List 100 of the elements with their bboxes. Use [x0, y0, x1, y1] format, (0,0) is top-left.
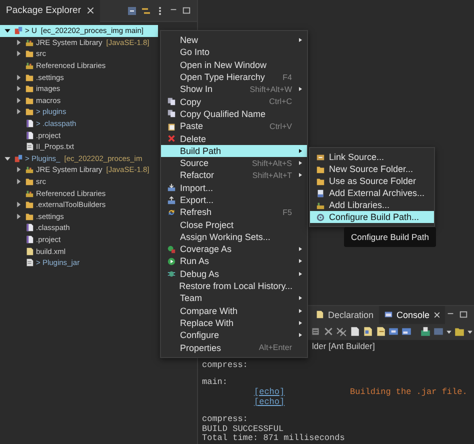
menu-item[interactable]: Configure: [161, 329, 307, 342]
document-icon[interactable]: [375, 326, 386, 338]
menu-item[interactable]: Open in New Window: [161, 58, 307, 71]
menu-item[interactable]: Refresh F5: [161, 206, 307, 218]
menu-item[interactable]: Refactor Shift+Alt+T: [161, 169, 307, 182]
coverage-icon: [166, 244, 176, 254]
project-icon: [14, 154, 23, 163]
run-icon: [166, 256, 176, 266]
shortcut-text: Shift+Alt+S: [252, 158, 292, 168]
document-icon[interactable]: [349, 326, 360, 338]
bug-icon: [166, 269, 176, 278]
echo-link[interactable]: [echo]: [254, 388, 350, 398]
close-icon[interactable]: [434, 312, 440, 318]
collapsed-arrow-icon[interactable]: [15, 108, 22, 116]
expanded-arrow-icon[interactable]: [4, 27, 11, 34]
console-line: main:: [202, 378, 229, 388]
refresh-icon: [166, 208, 176, 217]
clear-icon[interactable]: [310, 326, 321, 338]
text-file-icon: [25, 142, 34, 152]
library-icon: [25, 165, 34, 174]
text-file-icon: [25, 258, 34, 268]
delete-icon: [166, 134, 176, 144]
project-icon: [14, 26, 23, 36]
menu-item[interactable]: Run As: [161, 255, 307, 268]
shortcut-text: Shift+Alt+T: [252, 170, 292, 180]
console-description: lder [Ant Builder]: [312, 340, 375, 351]
remove-all-icon[interactable]: [336, 326, 347, 338]
file-icon: [25, 130, 34, 140]
console-message: Building the .jar file.: [350, 388, 468, 398]
library-icon: [25, 61, 34, 70]
collapsed-arrow-icon[interactable]: [15, 85, 22, 92]
shortcut-text: F4: [282, 72, 292, 82]
caret-icon[interactable]: [467, 328, 473, 335]
close-icon[interactable]: [86, 7, 94, 14]
expanded-arrow-icon[interactable]: [4, 154, 11, 162]
collapsed-arrow-icon[interactable]: [15, 38, 22, 46]
import-icon: [166, 183, 176, 192]
export-icon: [166, 196, 176, 204]
menu-item[interactable]: Copy Ctrl+C: [161, 95, 307, 108]
menu-item[interactable]: Use as Source Folder: [310, 175, 434, 187]
menu-item[interactable]: New Source Folder...: [310, 163, 434, 175]
library-icon: [25, 188, 34, 198]
menu-item[interactable]: Delete: [161, 132, 307, 145]
view-tab[interactable]: Console: [378, 306, 445, 324]
console-line: BUILD SUCCESSFUL: [202, 424, 284, 434]
menu-item[interactable]: Add Libraries...: [310, 199, 434, 211]
collapsed-arrow-icon[interactable]: [15, 50, 22, 58]
collapsed-arrow-icon[interactable]: [15, 178, 22, 186]
menu-item[interactable]: Add External Archives...: [310, 187, 434, 199]
menu-item[interactable]: Show In Shift+Alt+W: [161, 83, 307, 96]
collapse-all-icon[interactable]: [127, 6, 137, 16]
tooltip: Configure Build Path: [344, 227, 436, 247]
xml-file-icon: [25, 246, 34, 256]
console-line: compress:: [202, 360, 249, 370]
menu-item[interactable]: Compare With: [161, 304, 307, 317]
menu-item[interactable]: Go Into: [161, 46, 307, 59]
view-tab[interactable]: Declaration: [310, 306, 379, 324]
clipboard-icon: [166, 122, 176, 131]
package-explorer-tab[interactable]: Package Explorer: [0, 0, 100, 22]
file-icon: [25, 234, 34, 244]
menu-item[interactable]: Configure Build Path...: [310, 211, 434, 223]
menu-item[interactable]: Import...: [161, 182, 307, 194]
menu-item[interactable]: Coverage As: [161, 243, 307, 256]
terminate-icon[interactable]: [323, 326, 334, 338]
console-line: Total time: 871 milliseconds: [202, 434, 346, 444]
menu-item[interactable]: Replace With: [161, 316, 307, 330]
menu-item[interactable]: Copy Qualified Name: [161, 108, 307, 120]
caret-icon[interactable]: [446, 328, 452, 335]
maximize-icon[interactable]: [459, 310, 468, 320]
menu-item[interactable]: Source Shift+Alt+S: [161, 156, 307, 170]
library-icon: [25, 38, 34, 47]
menu-item[interactable]: Restore from Local History...: [161, 280, 307, 292]
collapsed-arrow-icon[interactable]: [15, 74, 22, 81]
menu-item[interactable]: Team: [161, 292, 307, 305]
collapsed-arrow-icon[interactable]: [15, 212, 22, 220]
folder-icon[interactable]: [454, 326, 465, 338]
window-icon[interactable]: [388, 326, 399, 338]
window-icon[interactable]: [401, 326, 412, 338]
menu-item[interactable]: Export...: [161, 194, 307, 206]
menu-item[interactable]: Debug As: [161, 268, 307, 280]
file-icon: [25, 223, 34, 232]
menu-item[interactable]: Properties Alt+Enter: [161, 341, 307, 354]
folder-icon: [25, 177, 34, 186]
collapsed-arrow-icon[interactable]: [15, 166, 22, 174]
menu-item[interactable]: Open Type Hierarchy F4: [161, 70, 307, 84]
menu-item[interactable]: Link Source...: [310, 151, 434, 163]
collapsed-arrow-icon[interactable]: [15, 201, 22, 208]
menu-item[interactable]: Close Project: [161, 218, 307, 231]
echo-link[interactable]: [echo]: [254, 398, 350, 408]
shortcut-text: Ctrl+C: [269, 97, 292, 106]
maximize-icon[interactable]: [182, 6, 191, 15]
library-icon: [316, 200, 324, 210]
menu-item[interactable]: New: [161, 34, 307, 46]
menu-item[interactable]: Paste Ctrl+V: [161, 120, 307, 132]
menu-item[interactable]: Assign Working Sets...: [161, 230, 307, 244]
collapsed-arrow-icon[interactable]: [15, 96, 22, 104]
menu-item[interactable]: Build Path: [161, 144, 307, 157]
folder-icon: [25, 49, 34, 58]
document-icon[interactable]: [362, 326, 373, 338]
archive-icon: [316, 188, 324, 198]
